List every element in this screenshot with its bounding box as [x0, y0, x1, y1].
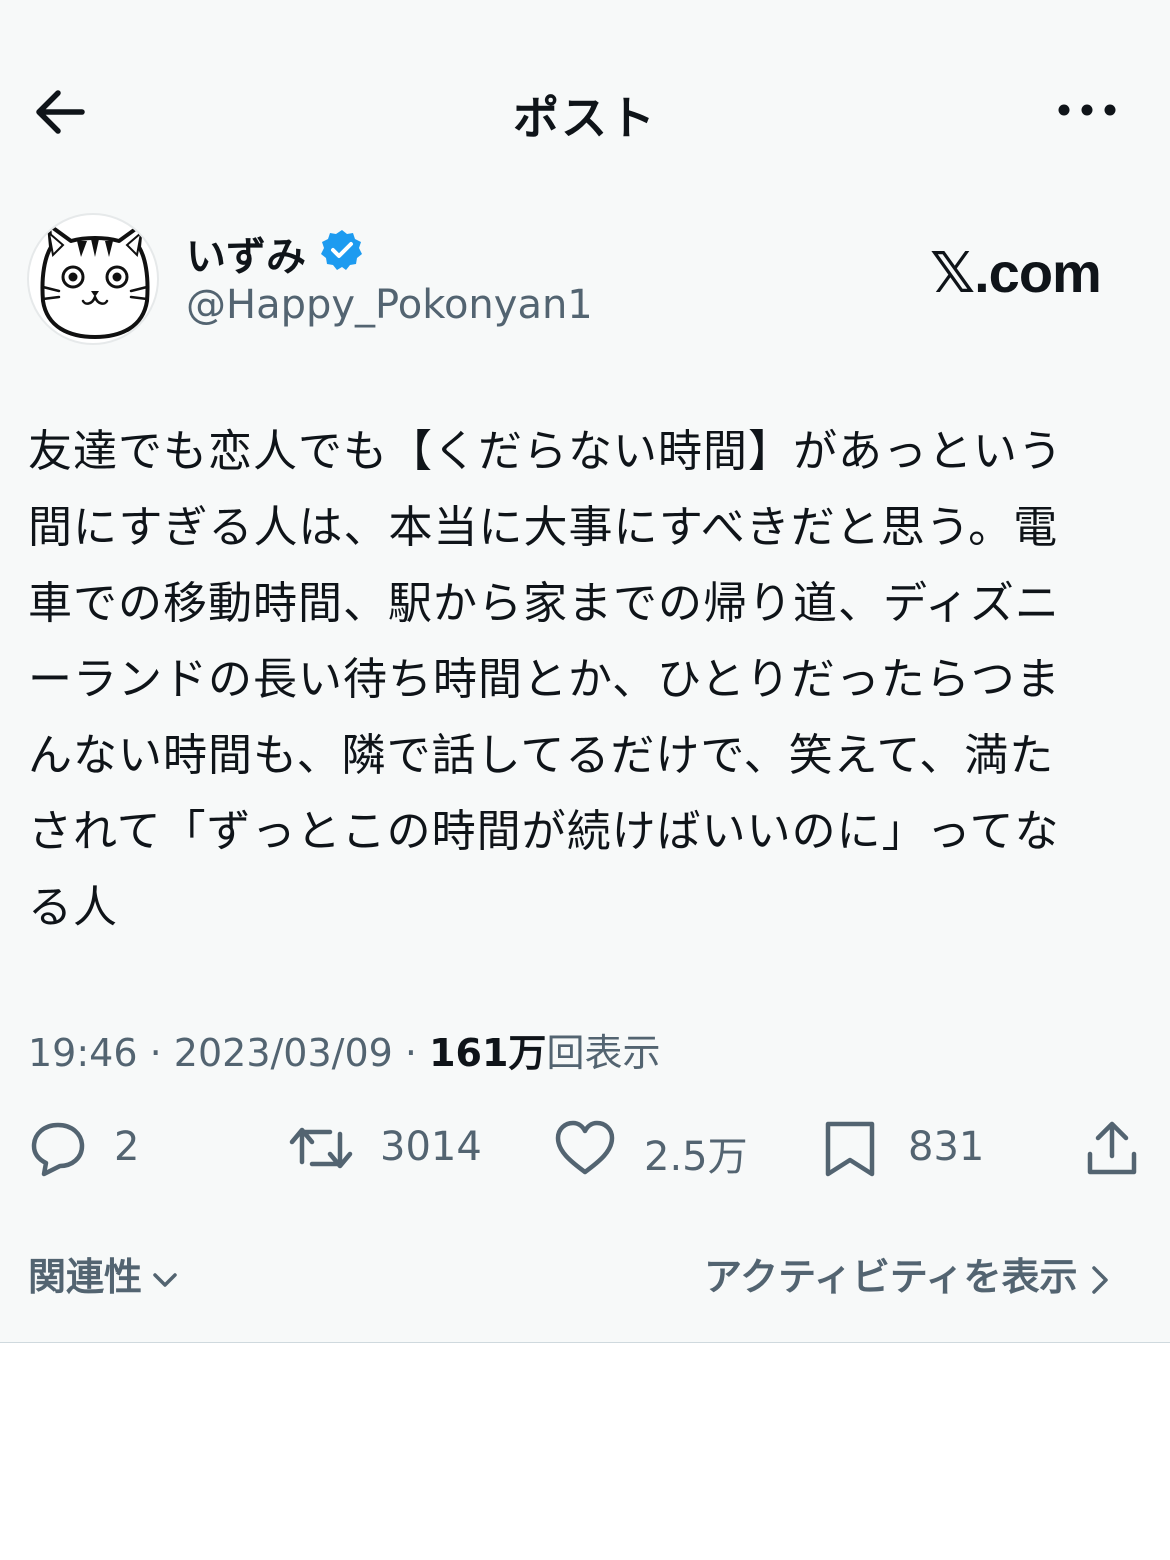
meta-separator: · — [149, 1031, 162, 1075]
chevron-down-icon — [153, 1272, 177, 1287]
activity-label: アクティビティを表示 — [704, 1255, 1078, 1299]
tweet-line: 車での移動時間、駅から家までの帰り道、ディズニ — [28, 578, 1060, 629]
reply-button[interactable]: 2 — [28, 1110, 158, 1190]
page-title: ポスト — [513, 91, 657, 145]
share-icon — [1087, 1121, 1137, 1175]
like-icon — [555, 1120, 615, 1175]
like-button[interactable]: 2.5万 — [554, 1110, 764, 1190]
avatar[interactable] — [27, 213, 159, 345]
like-count: 2.5万 — [644, 1134, 748, 1180]
retweet-icon — [289, 1127, 353, 1169]
top-bar: ポスト — [0, 60, 1170, 160]
reply-icon — [31, 1122, 85, 1177]
cat-avatar-icon — [40, 223, 150, 339]
tweet-time[interactable]: 19:46 — [28, 1031, 138, 1075]
view-activity-button[interactable]: アクティビティを表示 — [704, 1246, 1112, 1301]
author-handle[interactable]: @Happy_Pokonyan1 — [186, 282, 593, 328]
bookmark-count: 831 — [908, 1124, 985, 1170]
meta-separator: · — [404, 1031, 418, 1075]
tweet-line: ーランドの長い待ち時間とか、ひとりだったらつま — [28, 654, 1061, 705]
relevance-sort-button[interactable]: 関連性 — [28, 1246, 180, 1301]
relevance-label: 関連性 — [28, 1255, 143, 1299]
bookmark-icon — [825, 1121, 875, 1177]
reply-area-blank — [0, 1343, 1170, 1560]
brand-watermark: 𝕏.com — [930, 241, 1102, 304]
tweet-line: る人 — [28, 882, 118, 933]
post-page: ポスト いずみ @Happy_Pokonyan1 𝕏.com 友達でも恋人でも【… — [0, 0, 1170, 1560]
action-bar: 2 3014 2.5万 831 — [0, 1110, 1170, 1190]
tweet-line: されて「ずっとこの時間が続けばいいのに」ってな — [28, 806, 1060, 857]
tweet-line: 友達でも恋人でも【くだらない時間】があっという — [28, 426, 1063, 477]
retweet-count: 3014 — [380, 1124, 482, 1170]
share-button[interactable] — [1084, 1110, 1144, 1190]
chevron-right-icon — [1091, 1265, 1108, 1294]
views-label: 回表示 — [546, 1031, 661, 1075]
reply-count: 2 — [114, 1124, 140, 1170]
bookmark-button[interactable]: 831 — [822, 1110, 992, 1190]
verified-badge-icon — [321, 230, 362, 270]
tweet-meta: 19:46 · 2023/03/09 · 161万回表示 — [28, 1022, 660, 1077]
retweet-button[interactable]: 3014 — [286, 1110, 496, 1190]
views-count[interactable]: 161万 — [429, 1031, 546, 1075]
tweet-date[interactable]: 2023/03/09 — [174, 1031, 393, 1075]
tweet-text: 友達でも恋人でも【くだらない時間】があっという 間にすぎる人は、本当に大事にすべ… — [28, 414, 1143, 946]
more-icon — [1058, 104, 1116, 116]
tweet-line: 間にすぎる人は、本当に大事にすべきだと思う。電 — [28, 502, 1059, 553]
tweet-line: んない時間も、隣で話してるだけで、笑えて、満た — [28, 730, 1055, 781]
author-name[interactable]: いずみ — [186, 224, 306, 282]
more-button[interactable] — [1052, 88, 1122, 138]
